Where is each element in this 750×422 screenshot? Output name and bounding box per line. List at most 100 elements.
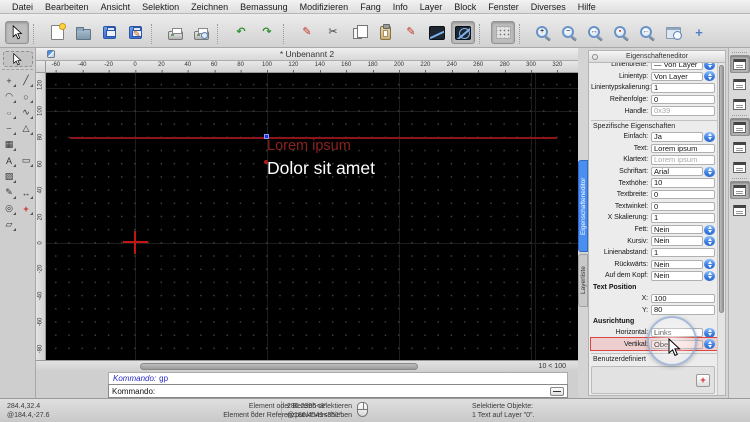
command-options-button[interactable] <box>550 387 564 396</box>
ellipse-tool[interactable]: ○ <box>1 105 17 120</box>
tab-layer-list[interactable]: Layerliste <box>578 254 588 307</box>
add-custom-property-button[interactable]: + <box>696 374 710 387</box>
document-title-bar[interactable]: * Unbenannt 2 <box>36 48 578 61</box>
menu-zeichnen[interactable]: Zeichnen <box>185 2 234 12</box>
line-tool[interactable]: ╱ <box>18 73 34 88</box>
horizontal-dropdown-button[interactable] <box>704 328 715 338</box>
menu-ansicht[interactable]: Ansicht <box>95 2 137 12</box>
image-tool[interactable]: ▨ <box>1 169 17 184</box>
menu-layer[interactable]: Layer <box>414 2 449 12</box>
polyline-tool[interactable]: ⌣ <box>1 121 17 136</box>
dimension-tool[interactable]: ↔ <box>18 185 34 200</box>
menu-fang[interactable]: Fang <box>354 2 387 12</box>
previous-view-button[interactable]: ← <box>635 21 659 44</box>
snap-tool[interactable]: + <box>18 201 34 216</box>
cut-button[interactable]: ✂ <box>321 21 345 44</box>
library-browser-dock-toggle[interactable] <box>730 201 750 219</box>
selection-filter-dock-toggle[interactable] <box>730 158 750 176</box>
draft-mode-toggle[interactable] <box>451 21 475 44</box>
linientyp-dropdown-button[interactable] <box>704 71 715 81</box>
zoom-in-button[interactable]: + <box>531 21 555 44</box>
kursiv-field[interactable]: Nein <box>651 236 703 246</box>
filter-dock-toggle[interactable] <box>730 138 750 156</box>
auto-zoom-button[interactable]: ↔ <box>583 21 607 44</box>
rückwärts-dropdown-button[interactable] <box>704 259 715 269</box>
viewport-tool[interactable]: ▭ <box>18 153 34 168</box>
command-line-dock-toggle[interactable] <box>730 181 750 199</box>
command-input[interactable]: Kommando: <box>108 384 568 398</box>
zoom-selection-button[interactable]: ▪ <box>609 21 633 44</box>
tab-property-editor[interactable]: Eigenschafteneditor <box>578 160 588 252</box>
panel-scrollbar[interactable] <box>717 63 725 395</box>
pan-button[interactable]: + <box>687 21 711 44</box>
text-field[interactable]: Lorem ipsum <box>651 144 715 154</box>
reihenfolge-field[interactable]: 0 <box>651 95 715 105</box>
copy-button[interactable] <box>347 21 371 44</box>
fett-field[interactable]: Nein <box>651 225 703 235</box>
shape-tool[interactable]: △ <box>18 121 34 136</box>
menu-selektion[interactable]: Selektion <box>136 2 185 12</box>
save-as-button[interactable]: ✎ <box>123 21 147 44</box>
handle-field[interactable]: 0x39 <box>651 106 715 116</box>
modify-tool[interactable]: ◎ <box>1 201 17 216</box>
drawing-canvas[interactable]: Lorem ipsum Dolor sit amet <box>46 73 578 360</box>
misc-draw-tool[interactable]: ✎ <box>1 185 17 200</box>
text-tool[interactable]: A <box>1 153 17 168</box>
x-field[interactable]: 100 <box>651 294 715 304</box>
screen-linetypes-toggle[interactable] <box>425 21 449 44</box>
arc-tool[interactable]: ◠ <box>1 89 17 104</box>
menu-datei[interactable]: Datei <box>6 2 39 12</box>
new-file-button[interactable] <box>45 21 69 44</box>
vertikal-field[interactable]: Oben <box>651 340 703 350</box>
linienabstand-field[interactable]: 1 <box>651 248 715 258</box>
horizontal-field[interactable]: Links <box>651 328 703 338</box>
linientyp-field[interactable]: Von Layer <box>651 72 703 82</box>
rückwärts-field[interactable]: Nein <box>651 260 703 270</box>
fett-dropdown-button[interactable] <box>704 225 715 235</box>
hatch-tool[interactable]: ▦ <box>1 137 17 152</box>
menu-info[interactable]: Info <box>387 2 414 12</box>
solid-tool[interactable]: ▱ <box>1 217 17 232</box>
zoom-out-button[interactable]: − <box>557 21 581 44</box>
layer-list-dock-toggle[interactable] <box>730 75 750 93</box>
draw-text-button[interactable]: ✎ <box>399 21 423 44</box>
y-field[interactable]: 80 <box>651 305 715 315</box>
circle-tool[interactable]: ○ <box>18 89 34 104</box>
panel-menu-icon[interactable] <box>592 54 598 60</box>
select-tool-button[interactable] <box>5 21 29 44</box>
linientypskalierung-field[interactable]: 1 <box>651 83 715 93</box>
menu-bearbeiten[interactable]: Bearbeiten <box>39 2 95 12</box>
property-editor-dock-toggle[interactable] <box>730 55 750 73</box>
text-entity[interactable]: Dolor sit amet <box>267 160 375 178</box>
textwinkel-field[interactable]: 0 <box>651 202 715 212</box>
menu-diverses[interactable]: Diverses <box>525 2 572 12</box>
textbreite-field[interactable]: 0 <box>651 190 715 200</box>
print-button[interactable] <box>163 21 187 44</box>
vertikal-dropdown-button[interactable] <box>704 339 715 349</box>
kursiv-dropdown-button[interactable] <box>704 236 715 246</box>
x-skalierung-field[interactable]: 1 <box>651 213 715 223</box>
schriftart-dropdown-button[interactable] <box>704 167 715 177</box>
menu-hilfe[interactable]: Hilfe <box>572 2 602 12</box>
panel-header[interactable]: Eigenschafteneditor <box>589 51 725 63</box>
menu-fenster[interactable]: Fenster <box>482 2 525 12</box>
panel-scrollbar-thumb[interactable] <box>719 65 724 313</box>
einfach-field[interactable]: Ja <box>651 132 703 142</box>
palette-select-tool[interactable] <box>3 51 33 67</box>
redo-button[interactable]: ↷ <box>255 21 279 44</box>
texthöhe-field[interactable]: 10 <box>651 178 715 188</box>
auf-dem-kopf-dropdown-button[interactable] <box>704 271 715 281</box>
klartext-field[interactable]: Lorem ipsum <box>651 155 715 165</box>
menu-modifizieren[interactable]: Modifizieren <box>294 2 355 12</box>
grid-toggle[interactable] <box>491 21 515 44</box>
zoom-window-button[interactable] <box>661 21 685 44</box>
spline-tool[interactable]: ∿ <box>18 105 34 120</box>
undo-button[interactable]: ↶ <box>229 21 253 44</box>
einfach-dropdown-button[interactable] <box>704 132 715 142</box>
auf-dem-kopf-field[interactable]: Nein <box>651 271 703 281</box>
view-list-dock-toggle[interactable] <box>730 95 750 113</box>
print-preview-button[interactable] <box>189 21 213 44</box>
block-list-dock-toggle[interactable] <box>730 118 750 136</box>
save-button[interactable] <box>97 21 121 44</box>
menu-bemassung[interactable]: Bemassung <box>234 2 294 12</box>
